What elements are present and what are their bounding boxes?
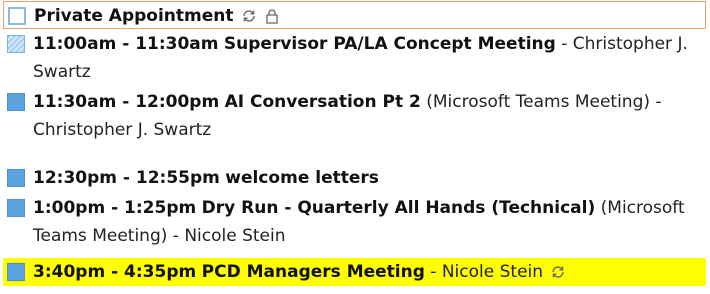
busy-status-swatch bbox=[7, 263, 25, 281]
appointment-location: (Microsoft Teams Meeting) bbox=[426, 92, 650, 112]
busy-status-swatch bbox=[7, 199, 25, 217]
recurring-icon bbox=[550, 264, 566, 280]
appointment-welcome-letters[interactable]: 12:30pm - 12:55pm welcome letters bbox=[3, 164, 706, 192]
busy-status-swatch bbox=[7, 169, 25, 187]
appointment-title: PCD Managers Meeting bbox=[201, 262, 425, 282]
appointment-time: 12:30pm - 12:55pm bbox=[33, 168, 220, 188]
free-status-swatch bbox=[8, 7, 26, 25]
lock-icon bbox=[264, 8, 280, 24]
recurring-icon bbox=[241, 8, 257, 24]
appointment-dry-run[interactable]: 1:00pm - 1:25pm Dry Run - Quarterly All … bbox=[3, 194, 706, 250]
appointment-ai-conversation[interactable]: 11:30am - 12:00pm AI Conversation Pt 2 (… bbox=[3, 88, 706, 144]
appointment-time: 1:00pm - 1:25pm bbox=[33, 198, 197, 218]
tentative-status-swatch bbox=[7, 35, 25, 53]
appointment-supervisor-concept-meeting[interactable]: 11:00am - 11:30am Supervisor PA/LA Conce… bbox=[3, 30, 706, 86]
appointment-organizer: - Nicole Stein bbox=[430, 262, 544, 282]
appointment-title: Supervisor PA/LA Concept Meeting bbox=[223, 34, 556, 54]
appointment-title: welcome letters bbox=[225, 168, 379, 188]
appointment-separator: - bbox=[555, 34, 568, 54]
appointment-private[interactable]: Private Appointment bbox=[3, 1, 706, 29]
appointment-pcd-managers-meeting[interactable]: 3:40pm - 4:35pm PCD Managers Meeting - N… bbox=[3, 258, 706, 286]
appointment-title: AI Conversation Pt 2 bbox=[224, 92, 421, 112]
appointment-organizer: - Nicole Stein bbox=[172, 226, 286, 246]
appointment-time: 11:30am - 12:00pm bbox=[33, 92, 220, 112]
appointment-title: Dry Run - Quarterly All Hands (Technical… bbox=[201, 198, 596, 218]
agenda-list: Private Appointment 11:00am - 11:30am Su… bbox=[0, 0, 710, 294]
appointment-title: Private Appointment bbox=[34, 6, 234, 26]
appointment-time: 3:40pm - 4:35pm bbox=[33, 262, 197, 282]
busy-status-swatch bbox=[7, 93, 25, 111]
appointment-time: 11:00am - 11:30am bbox=[33, 34, 219, 54]
